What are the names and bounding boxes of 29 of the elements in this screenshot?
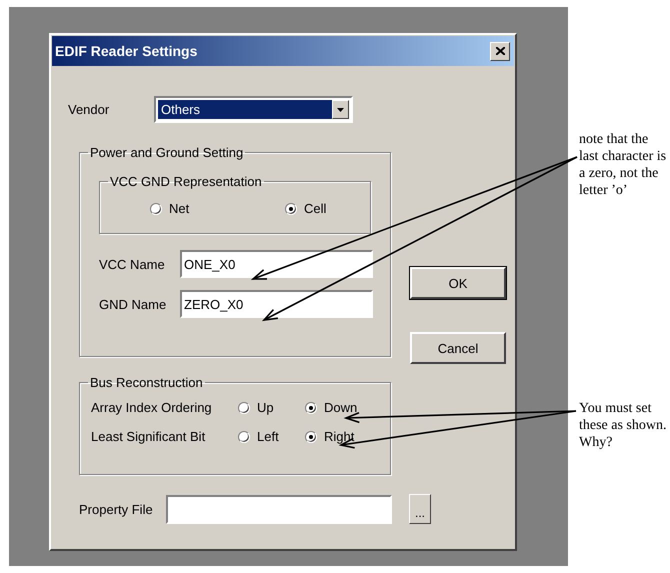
radio-button[interactable]: Right — [305, 429, 354, 444]
group-title: Power and Ground Setting — [89, 145, 244, 160]
annotation-note: note that the last character is a zero, not the letter ’o’ — [579, 131, 668, 199]
dropdown-button[interactable] — [332, 100, 349, 119]
radio-button[interactable]: Left — [238, 429, 305, 444]
radio-button[interactable]: Up — [238, 400, 305, 415]
option-label: Array Index Ordering — [91, 400, 213, 415]
annotation-note: You must set these as shown. Why? — [579, 400, 668, 451]
radio-button[interactable]: Net — [150, 201, 285, 216]
radio-button[interactable]: Down — [305, 400, 358, 415]
input-field[interactable]: ZERO_X0 — [180, 290, 373, 318]
browse-button[interactable]: ... — [409, 494, 431, 524]
option-label: Least Significant Bit — [91, 429, 206, 444]
vendor-dropdown[interactable]: Others — [154, 96, 353, 123]
field-label: VCC Name — [99, 256, 166, 272]
radio-button[interactable]: Cell — [285, 201, 326, 216]
ok-button[interactable]: OK — [410, 267, 506, 299]
caret-icon — [337, 108, 344, 112]
group-title: VCC GND Representation — [109, 174, 263, 189]
close-button[interactable] — [490, 42, 510, 60]
vendor-label: Vendor — [68, 102, 110, 117]
input-field[interactable] — [166, 494, 392, 524]
field-label: GND Name — [99, 296, 168, 312]
field-label: Property File — [79, 502, 154, 516]
group-title: Bus Reconstruction — [89, 375, 204, 390]
input-field[interactable]: ONE_X0 — [180, 250, 373, 278]
close-icon — [496, 47, 504, 55]
cancel-button[interactable]: Cancel — [410, 332, 506, 364]
window-title: EDIF Reader Settings — [55, 43, 198, 59]
